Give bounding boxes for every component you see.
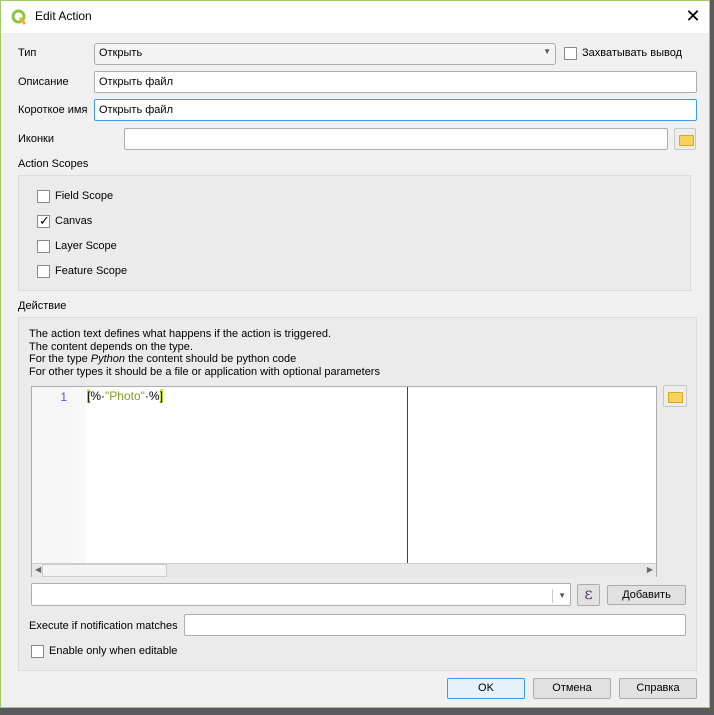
notification-input[interactable] [184, 614, 686, 636]
scrollbar-thumb[interactable] [42, 564, 167, 577]
enable-editable-checkbox[interactable] [31, 645, 44, 658]
icon-label: Иконки [18, 133, 54, 145]
action-scopes-label: Action Scopes [18, 158, 89, 170]
capture-output-label: Захватывать вывод [582, 47, 682, 59]
code-line: [%·"Photo"·%] [87, 389, 163, 403]
scroll-left-icon[interactable]: ◀ [35, 565, 41, 574]
description-label: Описание [18, 76, 69, 88]
feature-scope-label: Feature Scope [55, 265, 128, 277]
help-button[interactable]: Справка [619, 678, 697, 699]
icon-input[interactable] [124, 128, 668, 150]
canvas-label: Canvas [55, 215, 93, 227]
action-label: Действие [18, 300, 67, 312]
layer-scope-label: Layer Scope [55, 240, 117, 252]
field-scope-label: Field Scope [55, 190, 114, 202]
code-editor[interactable]: 1 [%·"Photo"·%] ◀ ▶ [31, 386, 657, 577]
chevron-down-icon: ▼ [543, 47, 551, 56]
horizontal-scrollbar[interactable]: ◀ ▶ [32, 563, 656, 577]
short-name-label: Короткое имя [18, 104, 88, 116]
type-select[interactable]: Открыть ▼ [94, 43, 556, 65]
field-scope-checkbox[interactable] [37, 190, 50, 203]
browse-file-folder-button[interactable] [663, 385, 687, 407]
title-bar: Edit Action ✕ [1, 1, 709, 33]
close-icon[interactable]: ✕ [681, 5, 705, 29]
notification-label: Execute if notification matches [29, 620, 178, 632]
feature-scope-checkbox[interactable] [37, 265, 50, 278]
add-button[interactable]: Добавить [607, 585, 686, 605]
cancel-button[interactable]: Отмена [533, 678, 611, 699]
ok-button[interactable]: OK [447, 678, 525, 699]
expression-builder-button[interactable]: ε [577, 584, 600, 606]
edge-marker [407, 387, 408, 563]
line-number: 1 [60, 390, 67, 404]
capture-output-checkbox[interactable] [564, 47, 577, 60]
scroll-right-icon[interactable]: ▶ [647, 565, 653, 574]
browse-icon-folder-button[interactable] [674, 128, 696, 150]
window-title: Edit Action [35, 9, 92, 23]
action-group: The action text defines what happens if … [18, 317, 697, 671]
help-line: For the type Python the content should b… [29, 353, 297, 365]
help-line: For other types it should be a file or a… [29, 365, 380, 378]
help-line: The action text defines what happens if … [29, 328, 332, 340]
help-line: The content depends on the type. [29, 340, 193, 353]
enable-editable-label: Enable only when editable [49, 645, 178, 657]
action-help-text: The action text defines what happens if … [29, 328, 380, 378]
insert-expression-combo[interactable]: ▼ [31, 583, 571, 606]
line-number-gutter: 1 [32, 387, 72, 563]
layer-scope-checkbox[interactable] [37, 240, 50, 253]
short-name-input[interactable]: Открыть файл [94, 99, 697, 121]
fold-margin [72, 387, 86, 563]
description-input[interactable]: Открыть файл [94, 71, 697, 93]
action-scopes-group: Field Scope Canvas Layer Scope Feature S… [18, 175, 691, 291]
qgis-logo-icon [11, 9, 27, 25]
canvas-checkbox[interactable] [37, 213, 50, 229]
chevron-down-icon: ▼ [552, 589, 566, 603]
type-label: Тип [18, 47, 37, 59]
type-value: Открыть [99, 47, 143, 59]
edit-action-dialog: Edit Action ✕ Тип Открыть ▼ Захватывать в… [0, 0, 710, 708]
